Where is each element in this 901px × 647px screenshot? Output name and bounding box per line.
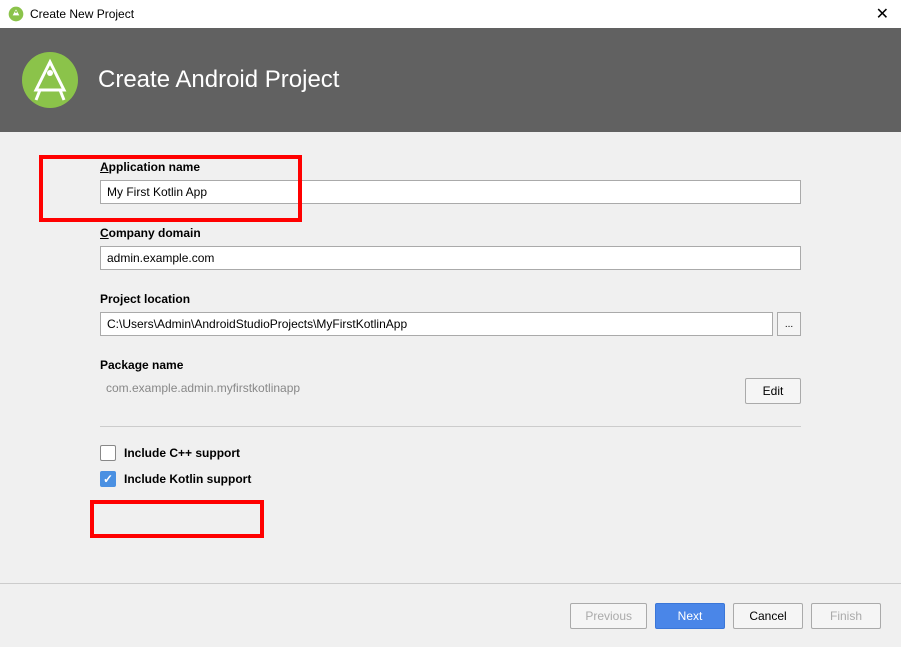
package-name-group: Package name com.example.admin.myfirstko… (70, 358, 831, 404)
application-name-group: Application name (70, 160, 831, 204)
cpp-support-checkbox[interactable] (100, 445, 116, 461)
cancel-button[interactable]: Cancel (733, 603, 803, 629)
dialog-title: Create Android Project (98, 66, 339, 94)
project-location-input[interactable] (100, 312, 773, 336)
cpp-support-label: Include C++ support (124, 446, 240, 460)
company-domain-label: Company domain (100, 226, 831, 240)
android-studio-icon (8, 6, 24, 22)
edit-package-button[interactable]: Edit (745, 378, 801, 404)
android-studio-logo-icon (20, 50, 80, 110)
finish-button[interactable]: Finish (811, 603, 881, 629)
dialog-footer: Previous Next Cancel Finish (0, 583, 901, 647)
kotlin-support-row: Include Kotlin support (100, 471, 831, 487)
company-domain-group: Company domain (70, 226, 831, 270)
titlebar: Create New Project ✕ (0, 0, 901, 28)
project-location-label: Project location (100, 292, 831, 306)
previous-button[interactable]: Previous (570, 603, 647, 629)
cpp-support-row: Include C++ support (100, 445, 831, 461)
application-name-label: Application name (100, 160, 831, 174)
company-domain-input[interactable] (100, 246, 801, 270)
next-button[interactable]: Next (655, 603, 725, 629)
project-location-group: Project location ... (70, 292, 831, 336)
close-icon[interactable]: ✕ (876, 4, 889, 24)
browse-button[interactable]: ... (777, 312, 801, 336)
kotlin-support-checkbox[interactable] (100, 471, 116, 487)
dialog-header: Create Android Project (0, 28, 901, 132)
dialog-content: Application name Company domain Project … (0, 132, 901, 583)
application-name-input[interactable] (100, 180, 801, 204)
divider (100, 426, 801, 427)
package-name-value: com.example.admin.myfirstkotlinapp (100, 379, 735, 403)
kotlin-support-label: Include Kotlin support (124, 472, 251, 486)
window-title: Create New Project (30, 7, 134, 21)
package-name-label: Package name (100, 358, 831, 372)
